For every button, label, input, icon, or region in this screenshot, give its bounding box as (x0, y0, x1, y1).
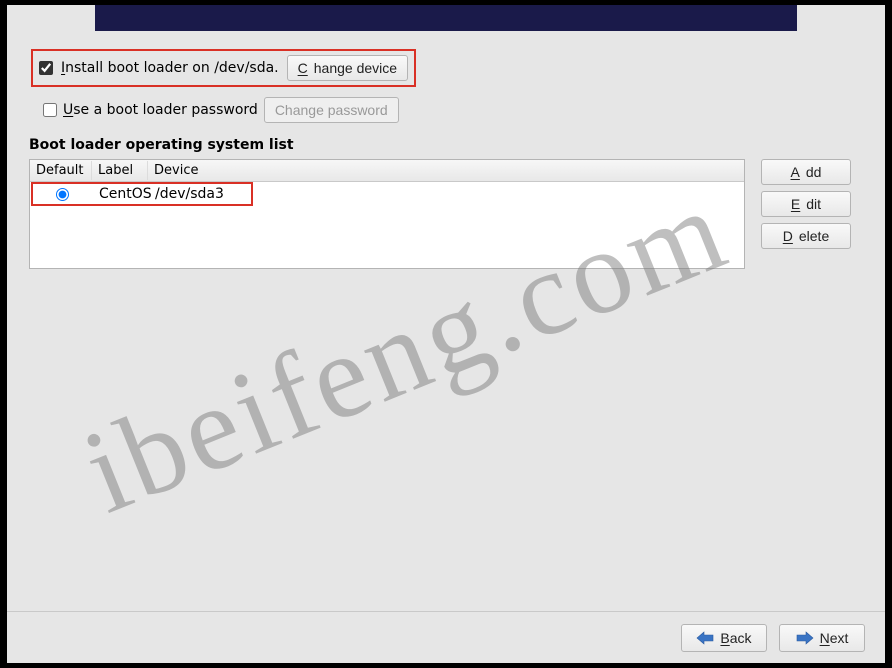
os-list-table[interactable]: Default Label Device CentOS /dev/sda3 (29, 159, 745, 269)
row-device-cell: /dev/sda3 (149, 184, 230, 204)
install-bootloader-highlight: Install boot loader on /dev/sda. Change … (31, 49, 416, 87)
bootloader-password-checkbox[interactable] (43, 103, 57, 117)
bootloader-password-label: Use a boot loader password (63, 102, 258, 118)
table-row[interactable]: CentOS /dev/sda3 (31, 182, 253, 206)
install-bootloader-label: Install boot loader on /dev/sda. (61, 60, 279, 76)
default-os-radio[interactable] (56, 188, 69, 201)
table-header: Default Label Device (30, 160, 744, 182)
title-bar (95, 5, 797, 31)
arrow-left-icon (696, 631, 714, 645)
content-pane: ibeifeng.com Install boot loader on /dev… (7, 31, 885, 611)
install-bootloader-checkbox[interactable] (39, 61, 53, 75)
row-label-cell: CentOS (93, 184, 149, 204)
os-list-buttons: Add Edit Delete (761, 159, 851, 269)
delete-button[interactable]: Delete (761, 223, 851, 249)
header-label[interactable]: Label (92, 161, 148, 180)
os-list-title: Boot loader operating system list (29, 137, 863, 153)
change-password-button: Change password (264, 97, 399, 123)
header-default[interactable]: Default (30, 161, 92, 180)
back-button[interactable]: Back (681, 624, 767, 652)
footer-bar: Back Next (7, 611, 885, 663)
change-device-button[interactable]: Change device (287, 55, 408, 81)
next-button[interactable]: Next (779, 624, 865, 652)
edit-button[interactable]: Edit (761, 191, 851, 217)
header-device[interactable]: Device (148, 161, 744, 180)
add-button[interactable]: Add (761, 159, 851, 185)
installer-window: ibeifeng.com Install boot loader on /dev… (7, 5, 885, 663)
row-default-cell (31, 186, 93, 203)
arrow-right-icon (796, 631, 814, 645)
